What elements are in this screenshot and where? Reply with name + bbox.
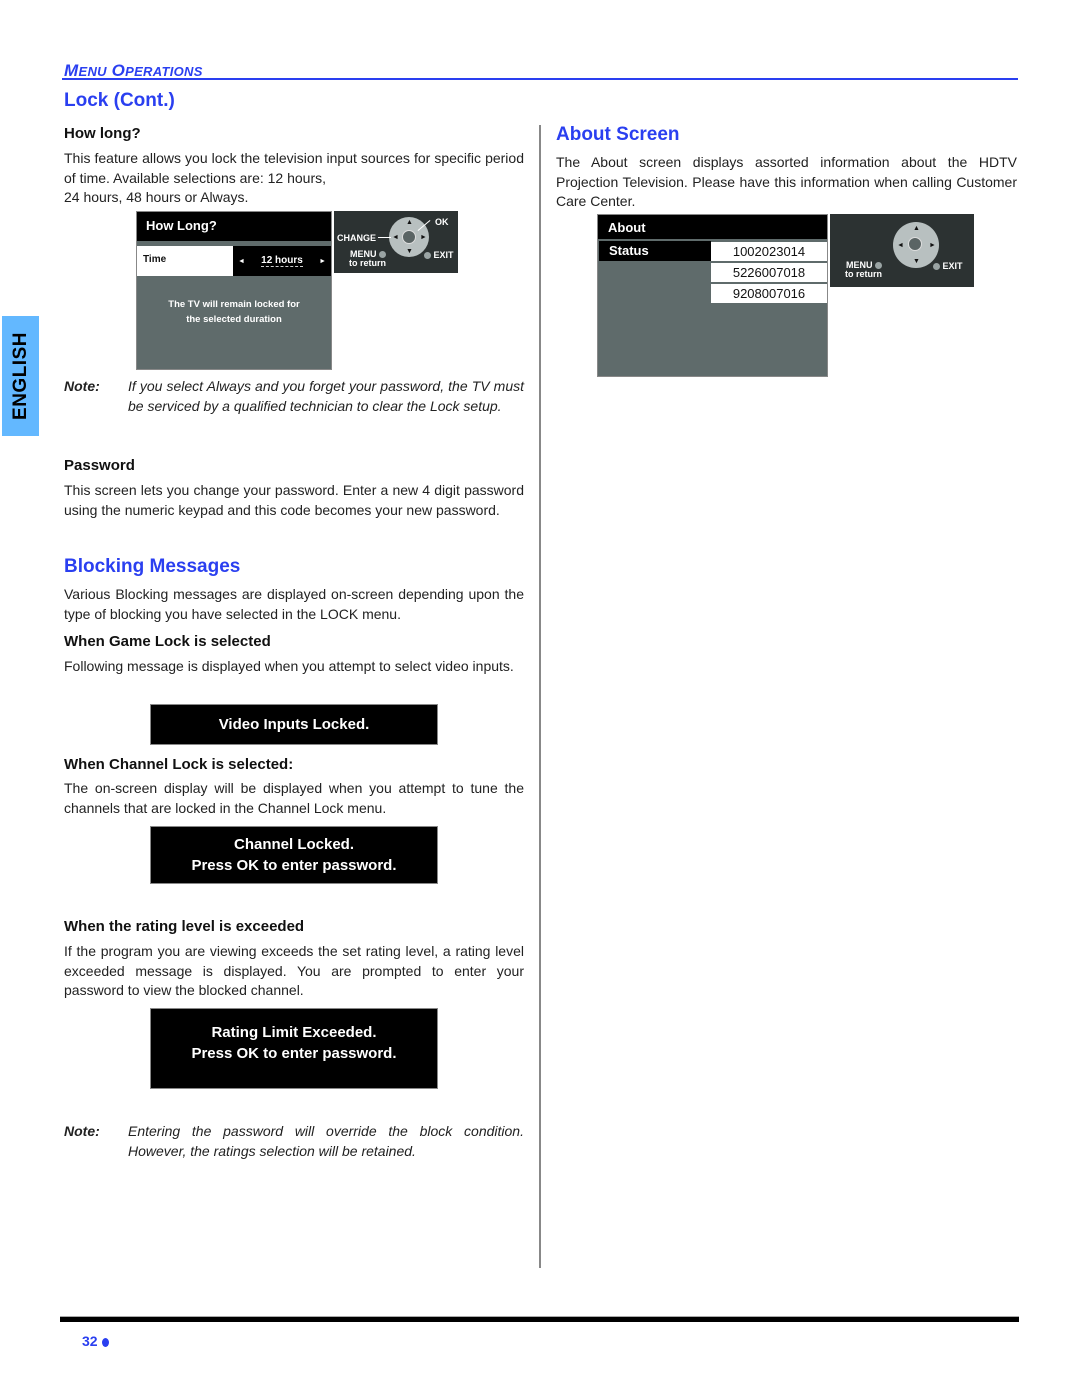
to-return-label: to return (349, 258, 386, 268)
status-value-1: 1002023014 (711, 242, 827, 261)
channel-lock-body: The on-screen display will be displayed … (64, 780, 524, 816)
rating-exceeded-line1: Rating Limit Exceeded. (211, 1024, 377, 1041)
to-return-label: to return (845, 269, 882, 279)
how-long-body: This feature allows you lock the televis… (64, 150, 524, 186)
time-value: 12 hours (261, 255, 303, 267)
status-value-3: 9208007016 (711, 284, 827, 303)
exit-label: EXIT (433, 250, 454, 260)
exit-button-icon (424, 252, 431, 260)
footer-divider (60, 1316, 1019, 1322)
how-long-heading: How long? (64, 125, 141, 142)
how-long-screen: How Long? Time ◄ 12 hours ► The TV will … (136, 211, 332, 370)
time-selector[interactable]: ◄ 12 hours ► (233, 246, 331, 276)
password-body: This screen lets you change your passwor… (64, 482, 524, 518)
time-row[interactable]: Time ◄ 12 hours ► (137, 246, 331, 276)
time-row-label: Time (137, 246, 233, 276)
section-label-rest-1: ENU (78, 64, 107, 79)
menu-return-label: MENU to return (845, 261, 882, 279)
note-label: Note: (64, 1123, 100, 1139)
channel-locked-line1: Channel Locked. (233, 836, 355, 853)
page-number-text: 32 (82, 1333, 98, 1349)
header-divider (62, 78, 1018, 80)
channel-lock-heading: When Channel Lock is selected: (64, 756, 294, 773)
channel-locked-message: Channel Locked. Press OK to enter passwo… (150, 826, 438, 884)
exit-label-group: EXIT (424, 250, 454, 260)
change-label: CHANGE (337, 233, 377, 243)
channel-locked-line2: Press OK to enter password. (191, 857, 397, 874)
status-label: Status (599, 241, 711, 261)
rating-exceeded-message: Rating Limit Exceeded. Press OK to enter… (150, 1008, 438, 1089)
note-override: Note: Entering the password will overrid… (64, 1122, 524, 1161)
about-screen-body: The About screen displays assorted infor… (556, 154, 1017, 209)
how-long-message-line2: the selected duration (186, 314, 282, 325)
right-arrow-icon[interactable]: ► (319, 258, 326, 265)
password-heading: Password (64, 457, 135, 474)
rating-heading: When the rating level is exceeded (64, 918, 305, 935)
rating-exceeded-line2: Press OK to enter password. (191, 1045, 397, 1062)
how-long-body-line3: 24 hours, 48 hours or Always. (64, 189, 249, 205)
note-always: Note: If you select Always and you forge… (64, 377, 524, 416)
page-number: 32 (82, 1333, 109, 1349)
left-arrow-icon[interactable]: ◄ (238, 258, 245, 265)
note-text: Entering the password will override the … (128, 1123, 524, 1159)
about-screen-heading: About Screen (556, 124, 680, 145)
about-screen-title: About (598, 215, 827, 239)
exit-button-icon (933, 263, 940, 271)
bullet-icon (101, 1337, 109, 1347)
video-inputs-locked-text: Video Inputs Locked. (218, 716, 370, 733)
ok-label: OK (435, 217, 449, 227)
exit-label: EXIT (942, 261, 963, 271)
blocking-messages-body: Various Blocking messages are displayed … (64, 586, 524, 622)
blocking-messages-heading: Blocking Messages (64, 556, 241, 577)
remote-guide-about: ▲ ▼ ◄ ► MENU to return EXIT (830, 214, 974, 287)
rating-body: If the program you are viewing exceeds t… (64, 943, 524, 998)
note-text: If you select Always and you forget your… (128, 378, 524, 414)
section-label-rest-2: PERATIONS (125, 64, 203, 79)
how-long-screen-title: How Long? (137, 212, 331, 241)
video-inputs-locked-message: Video Inputs Locked. (150, 704, 438, 745)
how-long-message-line1: The TV will remain locked for (168, 299, 300, 310)
language-tab: ENGLISH (2, 316, 39, 436)
page-title: Lock (Cont.) (64, 90, 175, 111)
remote-guide-how-long: ▲ ▼ ◄ ► OK CHANGE MENU to return EXIT (334, 211, 458, 273)
status-value-2: 5226007018 (711, 263, 827, 282)
note-label: Note: (64, 378, 100, 394)
dpad-icon: ▲ ▼ ◄ ► (389, 217, 429, 257)
game-lock-body: Following message is displayed when you … (64, 658, 514, 674)
about-screen: About Status 1002023014 5226007018 92080… (597, 214, 828, 377)
exit-label-group: EXIT (933, 261, 963, 271)
column-divider (539, 125, 541, 1268)
language-tab-label: ENGLISH (9, 332, 31, 420)
how-long-message: The TV will remain locked for the select… (137, 297, 331, 327)
game-lock-heading: When Game Lock is selected (64, 633, 271, 650)
menu-return-label: MENU to return (349, 250, 386, 268)
